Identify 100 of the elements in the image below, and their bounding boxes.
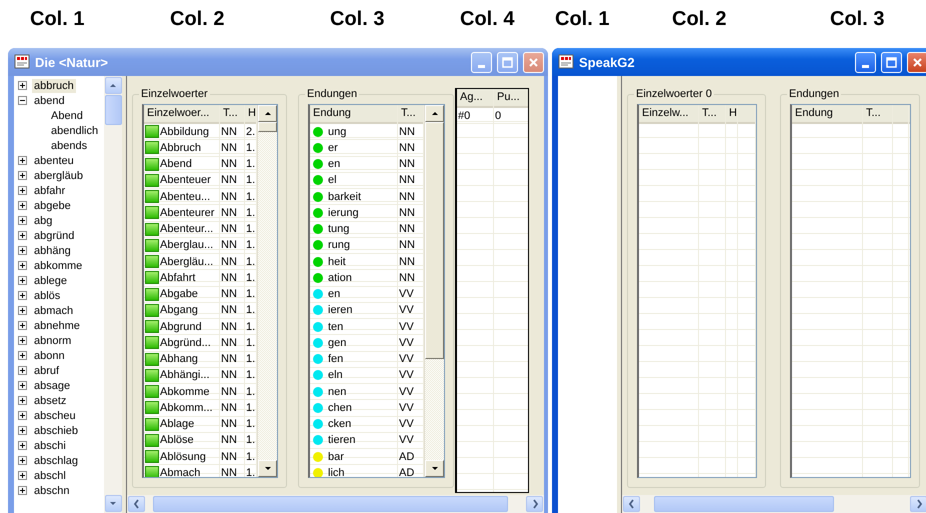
- tree-item[interactable]: abend: [32, 94, 67, 108]
- table-cell: bar: [328, 450, 344, 463]
- table-cell: NN: [221, 353, 237, 366]
- status-square-icon: [145, 352, 159, 366]
- tree-item[interactable]: abendlich: [49, 124, 100, 138]
- table-cell: NN: [399, 256, 415, 268]
- expand-icon[interactable]: [18, 486, 27, 495]
- scrollbar-thumb[interactable]: [654, 496, 834, 512]
- expand-icon[interactable]: [18, 471, 27, 480]
- status-square-icon: [145, 320, 159, 334]
- table-cell: tieren: [328, 434, 356, 446]
- tree-item[interactable]: ablege: [32, 274, 70, 288]
- tree-item[interactable]: abenteu: [32, 154, 76, 168]
- table-cell: 1.: [246, 353, 256, 366]
- table-cell: NN: [221, 239, 237, 252]
- scrollbar-thumb[interactable]: [104, 95, 122, 125]
- table-cell: 1.: [246, 434, 256, 446]
- tree-item[interactable]: abhäng: [32, 244, 73, 258]
- table-cell: Abgrund: [160, 320, 202, 333]
- table-cell: NN: [221, 304, 237, 316]
- table-cell: NN: [221, 434, 237, 446]
- tree-item[interactable]: absetz: [32, 394, 68, 408]
- expand-icon[interactable]: [18, 366, 27, 375]
- vertical-scrollbar[interactable]: [104, 76, 122, 513]
- tree-item[interactable]: abscheu: [32, 408, 78, 422]
- close-button[interactable]: [523, 52, 544, 72]
- column-caption: Col. 1: [30, 8, 84, 31]
- table-cell: NN: [221, 369, 237, 382]
- tree-item[interactable]: Abend: [49, 108, 85, 122]
- table-cell: Abgabe: [160, 288, 198, 300]
- horizontal-scrollbar[interactable]: [622, 495, 926, 513]
- expand-icon[interactable]: [18, 396, 27, 405]
- minimize-button[interactable]: [855, 52, 876, 72]
- tree-item[interactable]: ablös: [32, 288, 62, 302]
- tree-item[interactable]: abg: [32, 214, 54, 228]
- tree-item[interactable]: abkomme: [32, 258, 84, 272]
- column-caption: Col. 4: [460, 8, 514, 31]
- tree-item[interactable]: abschn: [32, 484, 72, 498]
- table-cell: Abenteurer: [160, 206, 214, 219]
- expand-icon[interactable]: [18, 306, 27, 315]
- expand-icon[interactable]: [18, 231, 27, 240]
- expand-icon[interactable]: [18, 246, 27, 255]
- tree-item[interactable]: absage: [32, 378, 72, 392]
- tree-item[interactable]: abruf: [32, 364, 62, 378]
- table-cell: NN: [399, 272, 415, 284]
- table-cell: VV: [399, 336, 414, 349]
- expand-icon[interactable]: [18, 186, 27, 195]
- table-cell: ten: [328, 320, 344, 333]
- expand-icon[interactable]: [18, 336, 27, 345]
- tree-item[interactable]: abschl: [32, 468, 68, 482]
- expand-icon[interactable]: [18, 441, 27, 450]
- table-cell: VV: [399, 434, 414, 446]
- expand-icon[interactable]: [18, 81, 27, 90]
- table-cell: er: [328, 142, 338, 154]
- table-cell: barkeit: [328, 190, 362, 203]
- group-title: Endungen: [306, 88, 358, 100]
- tree-item[interactable]: abschlag: [32, 454, 80, 468]
- horizontal-scrollbar[interactable]: [127, 495, 544, 513]
- scroll-left-button[interactable]: [128, 496, 145, 512]
- status-square-icon: [145, 401, 159, 414]
- expand-icon[interactable]: [18, 216, 27, 225]
- tree-item[interactable]: abbruch: [32, 78, 76, 92]
- tree-item[interactable]: abergläub: [32, 168, 85, 182]
- expand-icon[interactable]: [18, 201, 27, 210]
- expand-icon[interactable]: [18, 276, 27, 285]
- expand-icon[interactable]: [18, 381, 27, 390]
- expand-icon[interactable]: [18, 321, 27, 330]
- table-cell: en: [328, 288, 340, 300]
- tree-item[interactable]: abschi: [32, 438, 68, 452]
- scroll-right-button[interactable]: [526, 496, 543, 512]
- expand-icon[interactable]: [18, 156, 27, 165]
- collapse-icon[interactable]: [18, 96, 27, 105]
- tree-item[interactable]: abnehme: [32, 318, 82, 332]
- close-button[interactable]: [907, 52, 926, 72]
- expand-icon[interactable]: [18, 261, 27, 270]
- tree-item[interactable]: abonn: [32, 348, 67, 362]
- table-cell: Abmach: [160, 466, 200, 477]
- expand-icon[interactable]: [18, 351, 27, 360]
- tree-item[interactable]: abends: [49, 138, 90, 152]
- scroll-right-button[interactable]: [910, 496, 926, 512]
- tree-item[interactable]: abgründ: [32, 228, 76, 242]
- tree-item[interactable]: abmach: [32, 304, 76, 318]
- scrollbar-thumb[interactable]: [153, 496, 508, 512]
- group-title: Einzelwoerter 0: [635, 88, 713, 100]
- table-cell: VV: [399, 353, 414, 366]
- scroll-left-button[interactable]: [623, 496, 640, 512]
- table-cell: Abfahrt: [160, 272, 196, 284]
- expand-icon[interactable]: [18, 456, 27, 465]
- maximize-button[interactable]: [881, 52, 902, 72]
- table-cell: NN: [221, 174, 237, 186]
- tree-item[interactable]: abschieb: [32, 424, 80, 438]
- expand-icon[interactable]: [18, 291, 27, 300]
- tree-item[interactable]: abgebe: [32, 198, 73, 212]
- expand-icon[interactable]: [18, 426, 27, 435]
- status-square-icon: [145, 418, 159, 431]
- expand-icon[interactable]: [18, 171, 27, 180]
- tree-item[interactable]: abfahr: [32, 184, 68, 198]
- table-cell: Abenteuer: [160, 174, 211, 186]
- tree-item[interactable]: abnorm: [32, 334, 74, 348]
- expand-icon[interactable]: [18, 411, 27, 420]
